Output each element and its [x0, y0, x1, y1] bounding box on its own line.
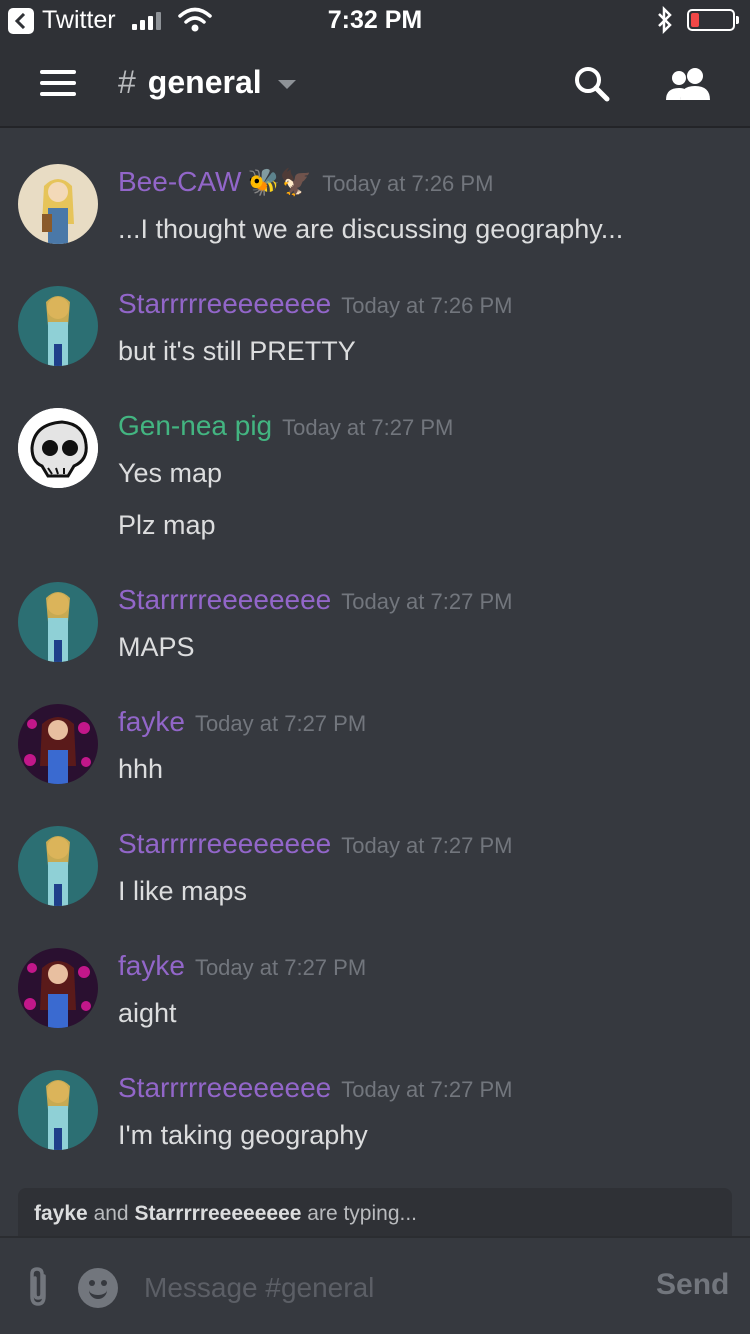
message-text: I'm taking geography — [118, 1120, 368, 1150]
message-username[interactable]: Gen-nea pig — [118, 410, 272, 442]
message-timestamp: Today at 7:27 PM — [282, 415, 454, 440]
bee-eagle-emoji-icon: 🐝🦅 — [247, 167, 313, 197]
status-bar: Twitter 7:32 PM — [0, 0, 750, 40]
message-text: MAPS — [118, 632, 195, 662]
channel-hash: # — [118, 64, 136, 100]
starr-avatar[interactable] — [18, 286, 98, 366]
message-text: but it's still PRETTY — [118, 336, 356, 366]
message-timestamp: Today at 7:27 PM — [341, 589, 513, 614]
paperclip-icon[interactable] — [24, 1266, 54, 1313]
message-username[interactable]: Bee-CAW — [118, 166, 241, 198]
clock: 7:32 PM — [327, 6, 423, 34]
message-timestamp: Today at 7:27 PM — [194, 711, 367, 736]
message-text: Yes map — [118, 458, 223, 488]
menu-icon[interactable] — [40, 70, 76, 98]
send-button[interactable]: Send — [656, 1268, 729, 1302]
message-timestamp: Today at 7:27 PM — [194, 955, 367, 980]
message-text: I like maps — [118, 876, 248, 906]
battery-icon — [687, 9, 739, 31]
message-timestamp: Today at 7:26 PM — [341, 293, 513, 318]
typing-user: fayke — [34, 1202, 88, 1225]
message-username[interactable]: Starrrrreeeeeeee — [118, 1072, 331, 1104]
channel-header: # general — [0, 40, 750, 128]
message-username[interactable]: fayke — [118, 706, 185, 738]
typing-user: Starrrrreeeeeeee — [134, 1202, 302, 1225]
message-composer: Send — [0, 1236, 750, 1334]
channel-selector[interactable]: # general — [118, 64, 296, 101]
search-icon[interactable] — [572, 64, 612, 109]
message-username[interactable]: Starrrrreeeeeeee — [118, 828, 331, 860]
message-text: Plz map — [118, 510, 216, 540]
emoji-icon[interactable] — [78, 1268, 118, 1308]
chevron-down-icon — [277, 80, 296, 89]
bee-caw-avatar[interactable] — [18, 164, 98, 244]
typing-suffix: are typing... — [307, 1202, 418, 1225]
typing-indicator: fayke and Starrrrreeeeeeee are typing... — [18, 1188, 732, 1236]
starr-avatar[interactable] — [18, 826, 98, 906]
message-timestamp: Today at 7:27 PM — [341, 1077, 513, 1102]
message-input[interactable] — [144, 1268, 624, 1308]
message-text: aight — [118, 998, 177, 1028]
message-username[interactable]: Starrrrreeeeeeee — [118, 584, 331, 616]
fayke-avatar[interactable] — [18, 704, 98, 784]
members-icon[interactable] — [664, 66, 712, 107]
message-username[interactable]: fayke — [118, 950, 185, 982]
starr-avatar[interactable] — [18, 582, 98, 662]
channel-name: general — [147, 64, 262, 100]
bluetooth-icon — [655, 5, 675, 39]
fayke-avatar[interactable] — [18, 948, 98, 1028]
message-text: ...I thought we are discussing geography… — [118, 214, 624, 244]
message-timestamp: Today at 7:26 PM — [322, 171, 494, 196]
message-username[interactable]: Starrrrreeeeeeee — [118, 288, 331, 320]
skull-avatar[interactable] — [18, 408, 98, 488]
starr-avatar[interactable] — [18, 1070, 98, 1150]
message-timestamp: Today at 7:27 PM — [341, 833, 513, 858]
message-text: hhh — [118, 754, 164, 784]
typing-and: and — [93, 1202, 129, 1225]
